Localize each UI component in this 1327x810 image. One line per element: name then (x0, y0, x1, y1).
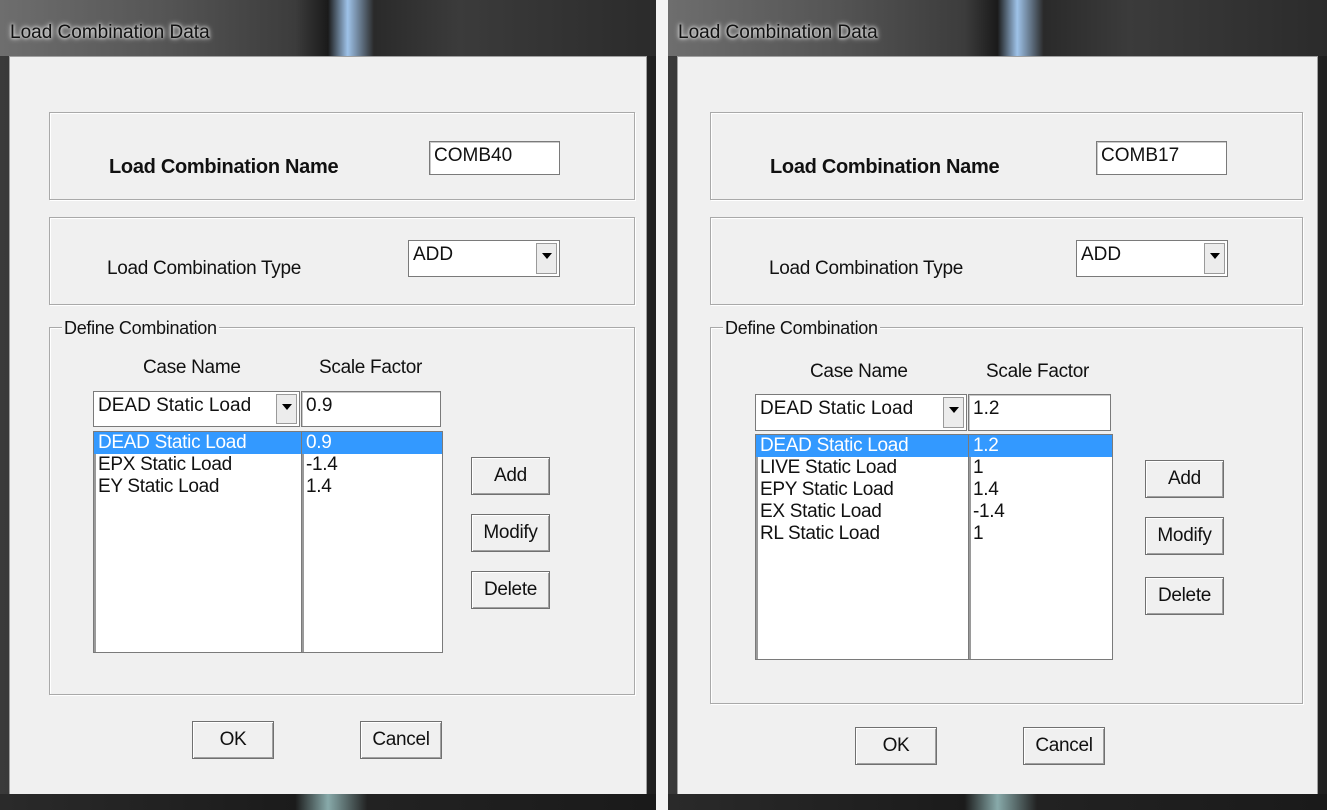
combination-name-label: Load Combination Name (109, 156, 339, 178)
scale-factor-input[interactable]: 1.2 (968, 394, 1111, 431)
modify-button[interactable]: Modify (1145, 517, 1224, 555)
list-item[interactable]: -1.4 (969, 501, 1112, 523)
list-item[interactable]: 1 (969, 457, 1112, 479)
chevron-down-icon[interactable] (1204, 243, 1225, 274)
titlebar[interactable]: Load Combination Data (668, 0, 1327, 56)
modify-button[interactable]: Modify (471, 514, 550, 552)
dialog-window-left: Load Combination Data Load Combination N… (0, 0, 656, 810)
list-item[interactable]: DEAD Static Load (756, 435, 968, 457)
list-item[interactable]: 1.4 (302, 476, 442, 498)
scale-factor-list[interactable]: 0.9 -1.4 1.4 (301, 431, 443, 653)
chevron-down-icon[interactable] (276, 394, 297, 424)
combination-name-input[interactable]: COMB17 (1096, 141, 1227, 175)
list-item[interactable]: EX Static Load (756, 501, 968, 523)
add-button[interactable]: Add (1145, 460, 1224, 498)
window-frame-bottom (0, 794, 656, 810)
dialog-body: Load Combination Name COMB17 Load Combin… (677, 56, 1318, 796)
titlebar[interactable]: Load Combination Data (0, 0, 656, 56)
case-name-select-value: DEAD Static Load (98, 395, 252, 416)
case-name-select[interactable]: DEAD Static Load (93, 391, 300, 427)
dialog-title: Load Combination Data (10, 22, 210, 43)
list-item[interactable]: LIVE Static Load (756, 457, 968, 479)
cancel-button[interactable]: Cancel (1023, 727, 1105, 765)
scale-factor-header: Scale Factor (986, 361, 1090, 382)
window-frame-bottom (668, 794, 1327, 810)
dialog-body: Load Combination Name COMB40 Load Combin… (9, 56, 647, 796)
ok-button[interactable]: OK (192, 721, 274, 759)
chevron-down-icon[interactable] (943, 397, 964, 428)
combination-type-value: ADD (413, 244, 454, 265)
add-button[interactable]: Add (471, 457, 550, 495)
list-item[interactable]: EPY Static Load (756, 479, 968, 501)
case-name-header: Case Name (810, 361, 908, 382)
list-item[interactable]: -1.4 (302, 454, 442, 476)
delete-button[interactable]: Delete (1145, 577, 1224, 615)
scale-factor-input[interactable]: 0.9 (301, 391, 441, 427)
combination-type-select[interactable]: ADD (1076, 240, 1228, 277)
list-item[interactable]: DEAD Static Load (94, 432, 301, 454)
combination-type-label: Load Combination Type (769, 258, 964, 279)
define-combination-caption: Define Combination (723, 318, 880, 339)
chevron-down-icon[interactable] (536, 243, 557, 274)
combination-name-label: Load Combination Name (770, 156, 1000, 178)
list-item[interactable]: RL Static Load (756, 523, 968, 545)
list-item[interactable]: 1.2 (969, 435, 1112, 457)
case-name-list[interactable]: DEAD Static Load EPX Static Load EY Stat… (93, 431, 302, 653)
list-item[interactable]: 0.9 (302, 432, 442, 454)
list-item[interactable]: EPX Static Load (94, 454, 301, 476)
list-item[interactable]: 1 (969, 523, 1112, 545)
ok-button[interactable]: OK (855, 727, 937, 765)
case-name-select-value: DEAD Static Load (760, 398, 914, 419)
delete-button[interactable]: Delete (471, 571, 550, 609)
dialog-title: Load Combination Data (678, 22, 878, 43)
combination-name-input[interactable]: COMB40 (429, 141, 560, 175)
scale-factor-list[interactable]: 1.2 1 1.4 -1.4 1 (968, 434, 1113, 660)
scale-factor-header: Scale Factor (319, 357, 423, 378)
case-name-header: Case Name (143, 357, 241, 378)
combination-type-value: ADD (1081, 244, 1122, 265)
list-item[interactable]: 1.4 (969, 479, 1112, 501)
list-item[interactable]: EY Static Load (94, 476, 301, 498)
define-combination-caption: Define Combination (62, 318, 219, 339)
cancel-button[interactable]: Cancel (360, 721, 442, 759)
combination-type-label: Load Combination Type (107, 258, 302, 279)
dialog-window-right: Load Combination Data Load Combination N… (668, 0, 1327, 810)
combination-type-select[interactable]: ADD (408, 240, 560, 277)
case-name-select[interactable]: DEAD Static Load (755, 394, 967, 431)
case-name-list[interactable]: DEAD Static Load LIVE Static Load EPY St… (755, 434, 969, 660)
